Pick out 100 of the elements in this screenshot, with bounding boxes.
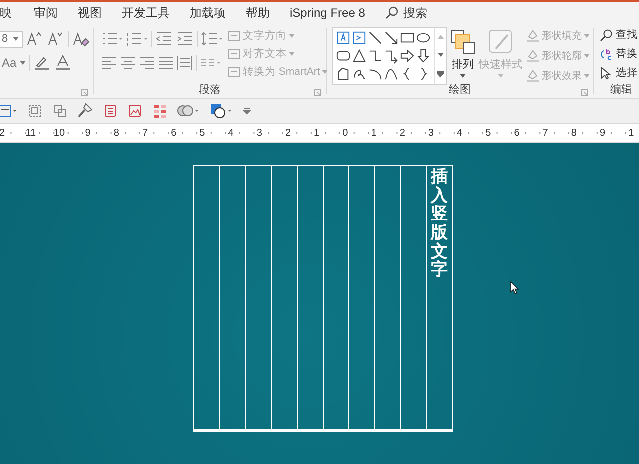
expand-gallery-icon[interactable] bbox=[437, 71, 444, 77]
align-right-icon[interactable] bbox=[139, 55, 155, 71]
group-objects-icon[interactable] bbox=[27, 103, 43, 119]
shrink-font-icon[interactable] bbox=[47, 31, 66, 47]
triangle-icon[interactable] bbox=[352, 48, 367, 64]
shape-format-icon bbox=[526, 49, 540, 63]
text-box-icon[interactable] bbox=[336, 30, 351, 46]
ribbon-tab[interactable]: 加载项 bbox=[180, 2, 236, 24]
ruler-number: 3 bbox=[256, 128, 264, 138]
shape-format-icon bbox=[526, 69, 540, 83]
text-tool-icon bbox=[227, 65, 241, 79]
font-size-field[interactable]: 8 bbox=[0, 30, 24, 48]
ruler-number: 6 bbox=[513, 128, 521, 138]
down-arrow-icon[interactable] bbox=[416, 48, 431, 64]
slide-layout-icon[interactable] bbox=[0, 103, 18, 119]
image-icon[interactable] bbox=[127, 103, 143, 119]
editing-button[interactable]: 替换 bbox=[600, 46, 639, 62]
ruler-number: 2 bbox=[398, 128, 406, 138]
replace-icon bbox=[600, 48, 613, 60]
ribbon-tab[interactable]: 视图 bbox=[68, 2, 112, 24]
customize-toolbar-icon[interactable] bbox=[243, 107, 251, 115]
ruler-number: 8 bbox=[570, 128, 578, 138]
ruler-number: 1 bbox=[370, 128, 378, 138]
document-icon[interactable] bbox=[102, 103, 118, 119]
numbered-list-icon[interactable] bbox=[126, 31, 148, 47]
caret-icon bbox=[584, 34, 590, 38]
arrange-button[interactable]: 排列 bbox=[450, 27, 476, 85]
clear-formatting-icon[interactable] bbox=[72, 31, 90, 47]
ruler-number: 3 bbox=[427, 128, 435, 138]
ruler-number: 2 bbox=[284, 128, 292, 138]
group-label: 编辑 bbox=[610, 83, 632, 97]
grow-font-icon[interactable] bbox=[26, 31, 44, 47]
freeform-icon[interactable] bbox=[336, 66, 351, 82]
decrease-indent-icon[interactable] bbox=[155, 31, 173, 47]
ruler-number: 11 bbox=[24, 128, 38, 138]
ruler-number: 0 bbox=[342, 128, 350, 138]
ruler-number: 4 bbox=[456, 128, 464, 138]
distributed-icon[interactable] bbox=[177, 55, 193, 71]
caret-icon bbox=[289, 52, 295, 56]
arrow-line-icon[interactable] bbox=[384, 30, 399, 46]
ribbon-tab[interactable]: 映 bbox=[0, 2, 24, 24]
ribbon-tab[interactable]: 开发工具 bbox=[112, 2, 180, 24]
ruler-number: 9 bbox=[598, 128, 607, 138]
vertical-text-box-icon[interactable] bbox=[352, 30, 367, 46]
search-icon bbox=[600, 28, 613, 42]
ribbon-tab[interactable]: 审阅 bbox=[24, 2, 68, 24]
caret-icon bbox=[498, 74, 504, 78]
ruler-number: 5 bbox=[484, 128, 492, 138]
search-icon bbox=[385, 6, 400, 20]
align-center-icon[interactable] bbox=[120, 55, 136, 71]
ruler-number: 6 bbox=[170, 128, 178, 138]
highlighter-icon[interactable] bbox=[32, 55, 51, 71]
elbow-arrow-icon[interactable] bbox=[384, 48, 399, 64]
editing-button[interactable]: 选择 bbox=[600, 65, 639, 81]
line-spacing-icon[interactable] bbox=[201, 31, 223, 47]
caret-icon bbox=[13, 37, 20, 41]
arrange-icon bbox=[450, 29, 476, 55]
ruler-number: 1 bbox=[628, 128, 636, 138]
change-case-button[interactable]: Aa bbox=[0, 56, 17, 70]
group-label: 段落 bbox=[199, 83, 221, 97]
line-icon[interactable] bbox=[368, 30, 383, 46]
format-painter-icon[interactable] bbox=[77, 103, 93, 119]
ruler-number: 4 bbox=[227, 128, 235, 138]
mouse-pointer-icon bbox=[510, 281, 521, 295]
ruler-number: 7 bbox=[542, 128, 550, 138]
ruler-number: 7 bbox=[141, 128, 150, 138]
caret-icon bbox=[20, 61, 26, 65]
ribbon-tab[interactable]: iSpring Free 8 bbox=[280, 2, 376, 24]
cursor-icon bbox=[600, 66, 613, 80]
brush-square-icon bbox=[488, 29, 514, 55]
increase-indent-icon[interactable] bbox=[176, 31, 194, 47]
vertical-text: 插入竖版文字 bbox=[431, 168, 448, 282]
scroll-down-icon[interactable] bbox=[438, 53, 444, 57]
right-arrow-icon[interactable] bbox=[400, 48, 415, 64]
grid-icon[interactable] bbox=[152, 103, 168, 119]
ruler-number: 10 bbox=[52, 128, 66, 138]
caret-icon bbox=[584, 54, 590, 58]
ruler-number: 8 bbox=[112, 128, 120, 138]
ruler-number: 5 bbox=[198, 128, 206, 138]
font-color-icon[interactable] bbox=[54, 55, 72, 71]
merge-shapes-icon[interactable] bbox=[177, 103, 201, 119]
text-tool-icon bbox=[227, 47, 241, 61]
shape-fill-icon[interactable] bbox=[210, 103, 234, 119]
ribbon-tab[interactable]: 帮助 bbox=[236, 2, 280, 24]
editing-button[interactable]: 查找 bbox=[600, 27, 639, 43]
elbow-connector-icon[interactable] bbox=[368, 48, 383, 64]
ruler-number: 2 bbox=[0, 128, 6, 138]
font-size-value: 8 bbox=[2, 33, 8, 45]
bullet-list-icon[interactable] bbox=[101, 31, 123, 47]
align-left-icon[interactable] bbox=[101, 55, 117, 71]
justify-icon[interactable] bbox=[158, 55, 174, 71]
caret-icon bbox=[584, 74, 590, 78]
group-label: 绘图 bbox=[449, 83, 471, 97]
caret-icon bbox=[289, 34, 295, 38]
ruler-number: 1 bbox=[313, 128, 321, 138]
search-field[interactable]: 搜索 bbox=[403, 6, 464, 20]
ungroup-objects-icon[interactable] bbox=[52, 103, 68, 119]
caret-icon bbox=[460, 74, 466, 78]
caret-icon bbox=[322, 70, 328, 74]
shape-format-icon bbox=[526, 29, 540, 43]
